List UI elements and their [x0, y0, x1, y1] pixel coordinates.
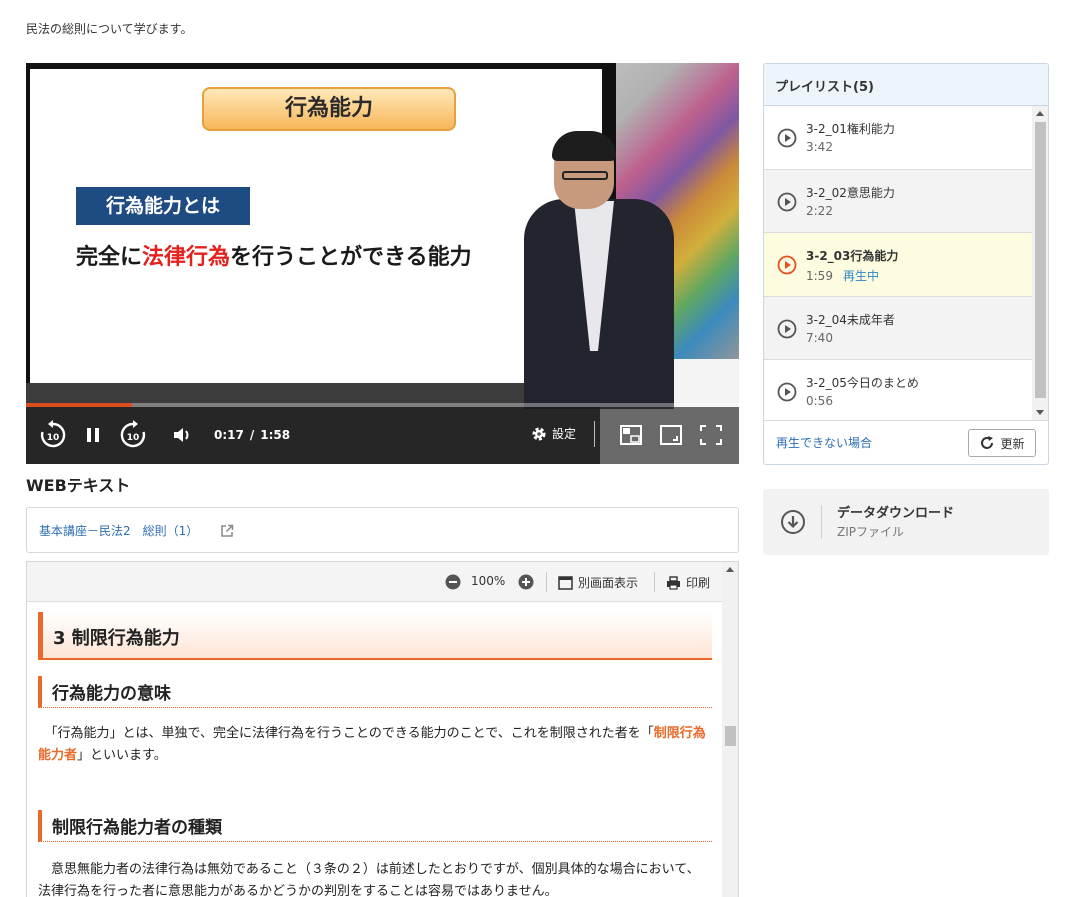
web-text-link[interactable]: 基本講座－民法2 総則（1）	[39, 522, 198, 539]
refresh-icon	[981, 436, 994, 449]
web-text-heading: WEBテキスト	[26, 476, 131, 495]
web-text-link-box: 基本講座－民法2 総則（1）	[26, 507, 739, 553]
slide-term: 行為能力とは	[76, 187, 250, 225]
subsection-heading: 制限行為能力者の種類	[38, 810, 712, 842]
volume-icon	[174, 428, 189, 442]
forward-icon: 10	[120, 420, 146, 448]
scroll-down-icon[interactable]	[1036, 410, 1044, 415]
playlist-item-title: 3-2_04未成年者	[806, 312, 895, 327]
playlist-footer: 再生できない場合 更新	[764, 420, 1048, 464]
download-title: データダウンロード	[837, 506, 955, 521]
forward-10-button[interactable]: 10	[118, 420, 148, 450]
playlist-item-current[interactable]: 3-2_03行為能力 1:59 再生中	[764, 233, 1032, 297]
playlist-item[interactable]: 3-2_04未成年者 7:40	[764, 296, 1032, 361]
scroll-up-icon[interactable]	[726, 567, 734, 572]
current-time: 0:17	[214, 428, 244, 442]
settings-label: 設定	[552, 427, 577, 441]
volume-button[interactable]	[172, 425, 192, 445]
theater-mode-button[interactable]	[660, 425, 682, 445]
playlist-item-duration: 7:40	[806, 330, 833, 345]
playlist-item[interactable]: 3-2_05今日のまとめ 0:56	[764, 360, 1032, 420]
pause-icon	[87, 428, 99, 442]
playlist-item-duration: 3:42	[806, 140, 833, 154]
subsection-heading: 行為能力の意味	[38, 676, 712, 708]
gear-icon	[532, 427, 546, 440]
refresh-button[interactable]: 更新	[968, 429, 1036, 457]
playlist-item-duration: 2:22	[806, 203, 833, 218]
playlist-item[interactable]: 3-2_02意思能力 2:22	[764, 169, 1032, 234]
zoom-in-button[interactable]	[518, 574, 534, 590]
video-player[interactable]: 行為能力 行為能力とは 完全に法律行為を行うことができる能力 10 10 0:1…	[26, 63, 739, 464]
playlist-item-title: 3-2_05今日のまとめ	[806, 376, 919, 391]
print-button[interactable]: 印刷	[666, 574, 710, 591]
download-subtitle: ZIPファイル	[837, 525, 904, 539]
reader-toolbar: 100% 別画面表示 印刷	[27, 562, 722, 602]
mini-player-button[interactable]	[620, 425, 642, 445]
zoom-out-button[interactable]	[445, 574, 461, 590]
time-display: 0:17/1:58	[214, 428, 291, 442]
rewind-icon: 10	[40, 420, 66, 448]
playlist-item-title: 3-2_03行為能力	[806, 249, 899, 264]
fullscreen-button[interactable]	[700, 425, 722, 445]
scroll-thumb[interactable]	[1035, 122, 1046, 398]
playlist-panel: プレイリスト(5) 3-2_01権利能力 3:42 3-2_02意思能力 2:2…	[763, 63, 1049, 465]
web-text-reader: 100% 別画面表示 印刷 3 制限行為能力 行為能力の意味 「行為能力」とは、…	[26, 561, 739, 897]
playlist-items: 3-2_01権利能力 3:42 3-2_02意思能力 2:22 3-2_03行為…	[764, 106, 1032, 420]
play-circle-icon	[777, 255, 797, 279]
playlist-item-title: 3-2_01権利能力	[806, 122, 895, 136]
play-circle-icon	[777, 319, 797, 343]
separate-window-button[interactable]: 別画面表示	[558, 574, 638, 591]
rewind-10-button[interactable]: 10	[38, 420, 68, 450]
video-controls: 10 10 0:17/1:58 設定	[26, 407, 739, 464]
svg-text:10: 10	[127, 433, 140, 443]
play-circle-icon	[777, 192, 797, 216]
presenter	[512, 131, 692, 409]
playlist-item-duration: 1:59 再生中	[806, 269, 879, 284]
scroll-up-icon[interactable]	[1036, 111, 1044, 116]
plus-circle-icon	[518, 574, 534, 590]
external-link-icon[interactable]	[220, 523, 234, 542]
playlist-scrollbar[interactable]	[1032, 106, 1048, 420]
playlist-title: プレイリスト(5)	[764, 64, 1048, 106]
pause-button[interactable]	[86, 426, 100, 444]
zoom-level: 100%	[471, 574, 506, 588]
theater-icon	[660, 425, 682, 445]
play-circle-icon	[777, 128, 797, 152]
picture-in-picture-icon	[620, 425, 642, 445]
duration: 1:58	[260, 428, 291, 442]
paragraph: 「行為能力」とは、単独で、完全に法律行為を行うことのできる能力のことで、これを制…	[38, 726, 706, 763]
paragraph: 意思無能力者の法律行為は無効であること（３条の２）は前述したとおりですが、個別具…	[38, 862, 700, 897]
reader-content: 3 制限行為能力 行為能力の意味 「行為能力」とは、単独で、完全に法律行為を行う…	[27, 602, 722, 897]
playlist-item[interactable]: 3-2_01権利能力 3:42	[764, 106, 1032, 170]
cannot-play-link[interactable]: 再生できない場合	[776, 434, 872, 451]
play-circle-icon	[777, 382, 797, 406]
data-download-button[interactable]: データダウンロード ZIPファイル	[763, 489, 1049, 555]
playlist-item-title: 3-2_02意思能力	[806, 185, 895, 200]
reader-scrollbar[interactable]	[722, 562, 738, 897]
svg-text:10: 10	[47, 433, 60, 443]
settings-button[interactable]: 設定	[531, 425, 576, 442]
window-icon	[558, 575, 573, 590]
now-playing-label: 再生中	[842, 269, 879, 284]
playlist-item-duration: 0:56	[806, 394, 833, 409]
minus-circle-icon	[445, 574, 461, 590]
slide-definition: 完全に法律行為を行うことができる能力	[76, 245, 472, 270]
section-heading: 3 制限行為能力	[38, 612, 712, 660]
download-icon	[780, 509, 806, 539]
course-description: 民法の総則について学びます。	[26, 22, 193, 36]
scroll-thumb[interactable]	[725, 726, 736, 746]
fullscreen-icon	[700, 425, 722, 445]
printer-icon	[667, 575, 680, 590]
slide-title: 行為能力	[202, 87, 456, 131]
